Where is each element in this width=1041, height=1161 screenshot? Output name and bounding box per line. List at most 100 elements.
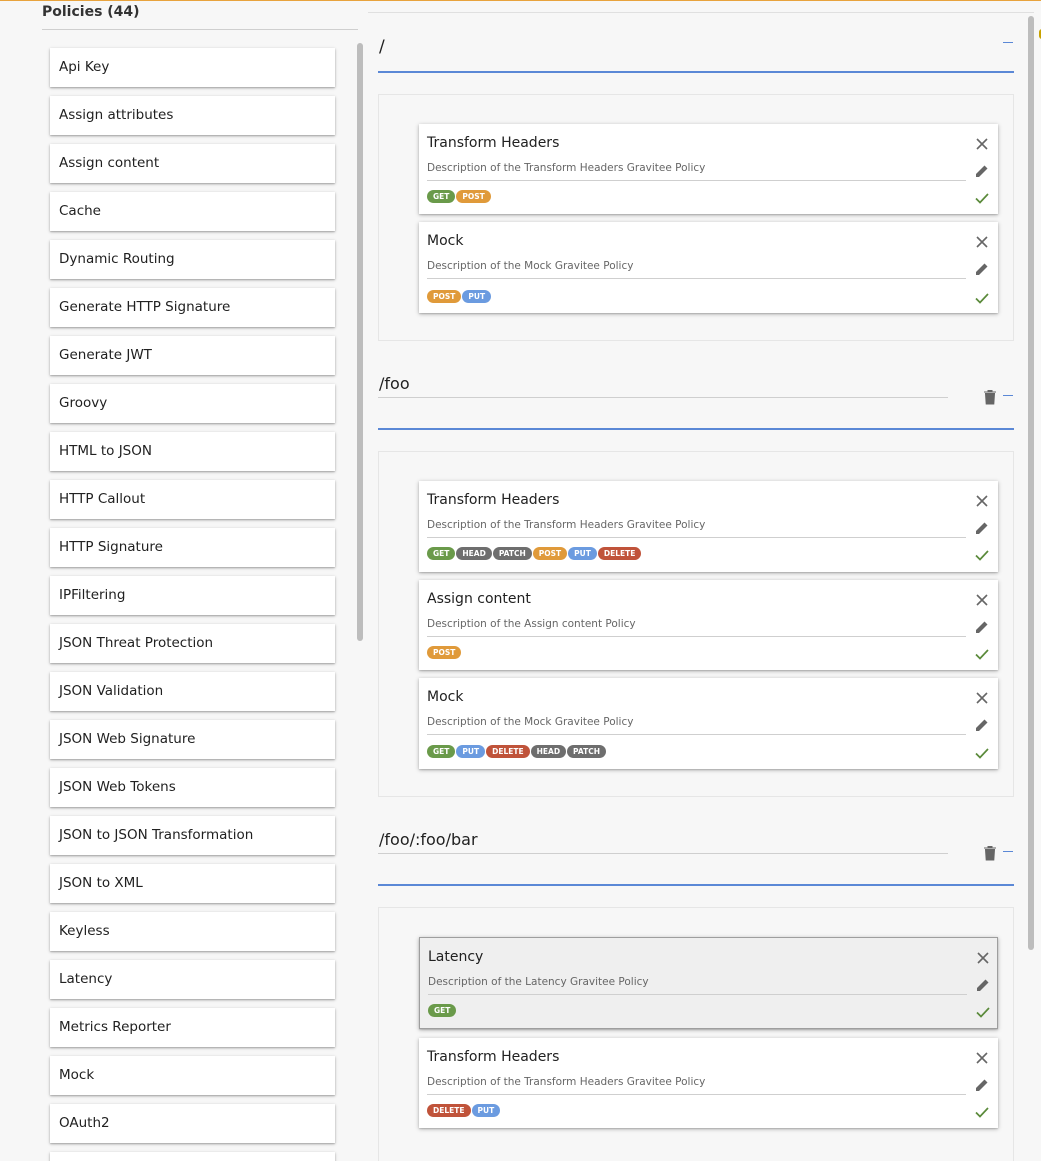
pencil-icon[interactable] bbox=[974, 261, 990, 277]
flow-card[interactable]: Transform Headers Description of the Tra… bbox=[419, 1038, 998, 1128]
close-icon[interactable] bbox=[974, 136, 990, 152]
divider bbox=[42, 29, 358, 30]
method-badge-put: PUT bbox=[471, 1104, 501, 1117]
policy-item[interactable]: Groovy bbox=[50, 384, 335, 423]
pencil-icon[interactable] bbox=[974, 163, 990, 179]
method-badge-delete: DELETE bbox=[486, 745, 530, 758]
check-icon[interactable] bbox=[974, 290, 990, 306]
divider bbox=[368, 12, 1034, 13]
method-badge-get: GET bbox=[427, 745, 456, 758]
flow-title: Transform Headers bbox=[427, 135, 560, 151]
policy-item[interactable]: JSON to JSON Transformation bbox=[50, 816, 335, 855]
method-badge-post: POST bbox=[427, 646, 462, 659]
flow-title: Mock bbox=[427, 689, 464, 705]
minus-icon[interactable] bbox=[1002, 846, 1014, 858]
flow-description: Description of the Transform Headers Gra… bbox=[427, 1076, 706, 1088]
policies-title: Policies (44) bbox=[42, 4, 140, 20]
close-icon[interactable] bbox=[974, 1050, 990, 1066]
divider bbox=[427, 636, 966, 637]
check-icon[interactable] bbox=[974, 646, 990, 662]
flow-card-selected[interactable]: Latency Description of the Latency Gravi… bbox=[419, 937, 998, 1029]
method-badges: GET bbox=[428, 1004, 457, 1017]
divider bbox=[427, 180, 966, 181]
close-icon[interactable] bbox=[974, 592, 990, 608]
policy-item[interactable]: Generate JWT bbox=[50, 336, 335, 375]
policy-item[interactable] bbox=[50, 1152, 335, 1161]
check-icon[interactable] bbox=[974, 547, 990, 563]
policy-item[interactable]: JSON to XML bbox=[50, 864, 335, 903]
path-flow-box: Latency Description of the Latency Gravi… bbox=[378, 907, 1014, 1161]
method-badges: POST bbox=[427, 646, 462, 659]
flow-title: Mock bbox=[427, 233, 464, 249]
pencil-icon[interactable] bbox=[975, 977, 991, 993]
check-icon[interactable] bbox=[974, 1104, 990, 1120]
policy-item[interactable]: JSON Web Tokens bbox=[50, 768, 335, 807]
policy-item[interactable]: Generate HTTP Signature bbox=[50, 288, 335, 327]
check-icon[interactable] bbox=[975, 1004, 991, 1020]
divider bbox=[427, 278, 966, 279]
policy-item[interactable]: Keyless bbox=[50, 912, 335, 951]
method-badge-delete: DELETE bbox=[427, 1104, 471, 1117]
method-badge-get: GET bbox=[427, 547, 456, 560]
policy-item[interactable]: Mock bbox=[50, 1056, 335, 1095]
path-input-underline bbox=[378, 397, 948, 398]
policy-item[interactable]: JSON Web Signature bbox=[50, 720, 335, 759]
path-input[interactable]: /foo bbox=[379, 374, 410, 393]
minus-icon[interactable] bbox=[1002, 37, 1014, 49]
policies-scrollbar-thumb[interactable] bbox=[357, 43, 363, 641]
policy-item[interactable]: JSON Threat Protection bbox=[50, 624, 335, 663]
policy-item[interactable]: Latency bbox=[50, 960, 335, 999]
trash-icon[interactable] bbox=[983, 845, 997, 861]
path-input[interactable]: /foo/:foo/bar bbox=[379, 830, 478, 849]
close-icon[interactable] bbox=[974, 690, 990, 706]
method-badge-get: GET bbox=[428, 1004, 457, 1017]
path-label: / bbox=[379, 37, 385, 57]
path-input-underline bbox=[378, 853, 948, 854]
policy-item[interactable]: Metrics Reporter bbox=[50, 1008, 335, 1047]
pencil-icon[interactable] bbox=[974, 520, 990, 536]
policy-item[interactable]: Api Key bbox=[50, 48, 335, 87]
flow-card[interactable]: Mock Description of the Mock Gravitee Po… bbox=[419, 222, 998, 313]
close-icon[interactable] bbox=[974, 234, 990, 250]
flow-card[interactable]: Transform Headers Description of the Tra… bbox=[419, 481, 998, 572]
method-badge-delete: DELETE bbox=[597, 547, 642, 560]
check-icon[interactable] bbox=[974, 745, 990, 761]
method-badge-head: HEAD bbox=[530, 745, 567, 758]
check-icon[interactable] bbox=[974, 190, 990, 206]
method-badges: GET PUT DELETE HEAD PATCH bbox=[427, 745, 607, 758]
path-header: / bbox=[378, 30, 1014, 76]
flow-title: Transform Headers bbox=[427, 492, 560, 508]
minus-icon[interactable] bbox=[1002, 390, 1014, 402]
policy-item[interactable]: HTTP Signature bbox=[50, 528, 335, 567]
close-icon[interactable] bbox=[975, 950, 991, 966]
flows-scrollbar-thumb[interactable] bbox=[1028, 16, 1034, 950]
path-header: /foo bbox=[378, 370, 1014, 432]
policy-item[interactable]: OAuth2 bbox=[50, 1104, 335, 1143]
flow-card[interactable]: Mock Description of the Mock Gravitee Po… bbox=[419, 678, 998, 769]
pencil-icon[interactable] bbox=[974, 1077, 990, 1093]
pencil-icon[interactable] bbox=[974, 717, 990, 733]
flow-description: Description of the Mock Gravitee Policy bbox=[427, 716, 634, 728]
flow-description: Description of the Latency Gravitee Poli… bbox=[428, 976, 649, 988]
policy-item[interactable]: HTTP Callout bbox=[50, 480, 335, 519]
method-badge-patch: PATCH bbox=[492, 547, 532, 560]
method-badge-patch: PATCH bbox=[567, 745, 606, 758]
policy-item[interactable]: Assign attributes bbox=[50, 96, 335, 135]
policy-list: Api Key Assign attributes Assign content… bbox=[50, 48, 335, 1161]
path-underline bbox=[378, 71, 1014, 73]
path-header: /foo/:foo/bar bbox=[378, 826, 1014, 888]
pencil-icon[interactable] bbox=[974, 619, 990, 635]
trash-icon[interactable] bbox=[983, 389, 997, 405]
policy-item[interactable]: JSON Validation bbox=[50, 672, 335, 711]
policy-item[interactable]: Cache bbox=[50, 192, 335, 231]
flow-card[interactable]: Transform Headers Description of the Tra… bbox=[419, 124, 998, 214]
policy-item[interactable]: Dynamic Routing bbox=[50, 240, 335, 279]
flow-title: Latency bbox=[428, 949, 484, 965]
close-icon[interactable] bbox=[974, 493, 990, 509]
method-badge-get: GET bbox=[427, 190, 456, 203]
policy-item[interactable]: Assign content bbox=[50, 144, 335, 183]
policy-item[interactable]: IPFiltering bbox=[50, 576, 335, 615]
policy-item[interactable]: HTML to JSON bbox=[50, 432, 335, 471]
method-badge-put: PUT bbox=[568, 547, 597, 560]
flow-card[interactable]: Assign content Description of the Assign… bbox=[419, 580, 998, 670]
